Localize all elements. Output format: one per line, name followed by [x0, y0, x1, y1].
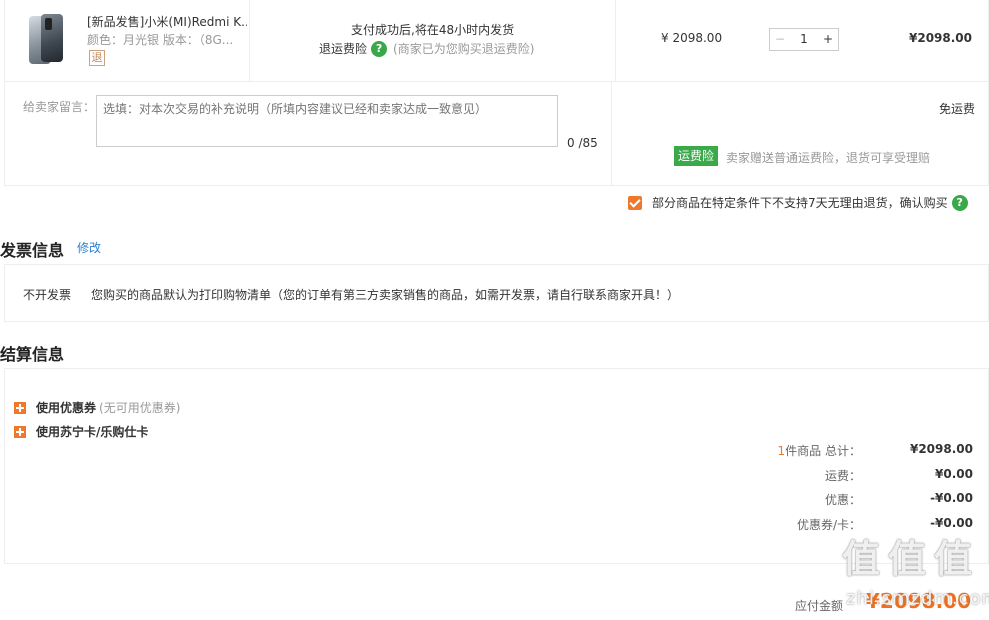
unit-price: ¥ 2098.00	[661, 31, 723, 45]
payable-label: 应付金额	[795, 599, 844, 613]
total-value: ¥2098.00	[909, 442, 973, 456]
return-badge: 退	[89, 50, 105, 66]
total-label: 1件商品 总计：	[561, 442, 861, 459]
message-char-count: 0 /85	[567, 136, 598, 150]
confirm-text: 部分商品在特定条件下不支持7天无理由退货，确认购买	[652, 196, 948, 210]
card-label[interactable]: 使用苏宁卡/乐购仕卡	[36, 423, 148, 440]
quantity-stepper: − 1 +	[769, 28, 839, 51]
qty-value-input[interactable]: 1	[790, 29, 818, 50]
invoice-box: 不开发票 您购买的商品默认为打印购物清单（您的订单有第三方卖家销售的商品，如需开…	[4, 264, 989, 322]
expand-plus-icon[interactable]	[14, 401, 26, 414]
free-shipping-label: 免运费	[939, 102, 976, 116]
use-card-option[interactable]: 使用苏宁卡/乐购仕卡	[14, 423, 148, 440]
return-insurance-note: (商家已为您购买退运费险)	[393, 42, 535, 56]
seller-message-input[interactable]	[96, 95, 558, 147]
qty-minus-button[interactable]: −	[770, 29, 790, 50]
coupon-hint: (无可用优惠券)	[99, 401, 181, 415]
return-insurance-label: 退运费险	[319, 42, 368, 56]
invoice-type: 不开发票	[23, 288, 72, 302]
confirm-purchase: 部分商品在特定条件下不支持7天无理由退货，确认购买 ?	[628, 194, 974, 211]
payable-amount: ¥2098.00	[866, 589, 972, 613]
product-name[interactable]: [新品发售]小米(MI)Redmi K...	[87, 13, 247, 30]
divider	[249, 0, 250, 82]
question-icon[interactable]: ?	[371, 40, 388, 57]
product-spec: 颜色：月光银 版本：（8G...	[87, 33, 234, 47]
coupon-card-label: 优惠券/卡：	[796, 518, 861, 532]
settlement-box: 使用优惠券 (无可用优惠券) 使用苏宁卡/乐购仕卡 1件商品 总计： ¥2098…	[4, 368, 989, 564]
shipping-note: 支付成功后,将在48小时内发货	[351, 23, 515, 37]
shipping-insurance-note: 卖家赠送普通运费险，退货可享受理赔	[726, 151, 931, 165]
seller-message-row: 给卖家留言： 0 /85 免运费 运费险 卖家赠送普通运费险，退货可享受理赔	[4, 82, 989, 186]
product-row: [新品发售]小米(MI)Redmi K... 颜色：月光银 版本：（8G... …	[4, 0, 989, 82]
divider	[611, 82, 612, 186]
message-label: 给卖家留言：	[23, 100, 96, 114]
invoice-edit-link[interactable]: 修改	[77, 239, 101, 256]
product-thumbnail[interactable]	[25, 12, 69, 68]
item-subtotal: ¥2098.00	[909, 31, 973, 45]
divider	[615, 0, 616, 82]
invoice-note: 您购买的商品默认为打印购物清单（您的订单有第三方卖家销售的商品，如需开发票，请自…	[91, 288, 680, 302]
settlement-section-title: 结算信息	[0, 345, 65, 364]
confirm-checkbox[interactable]	[628, 195, 642, 210]
discount-value: -¥0.00	[930, 491, 973, 505]
camera-module	[45, 18, 52, 30]
coupon-label[interactable]: 使用优惠券	[36, 399, 96, 416]
qty-plus-button[interactable]: +	[818, 29, 838, 50]
freight-label: 运费：	[824, 469, 861, 483]
return-insurance: 退运费险 ? (商家已为您购买退运费险)	[319, 40, 534, 57]
use-coupon-option[interactable]: 使用优惠券 (无可用优惠券)	[14, 399, 180, 416]
shipping-insurance-tag: 运费险	[674, 146, 719, 166]
freight-value: ¥0.00	[935, 467, 973, 481]
coupon-card-value: -¥0.00	[930, 516, 973, 530]
question-icon[interactable]: ?	[951, 194, 968, 211]
expand-plus-icon[interactable]	[14, 425, 26, 438]
item-count-suffix: 件商品 总计：	[785, 444, 861, 458]
invoice-section-title: 发票信息	[0, 241, 65, 260]
discount-label: 优惠：	[824, 493, 861, 507]
